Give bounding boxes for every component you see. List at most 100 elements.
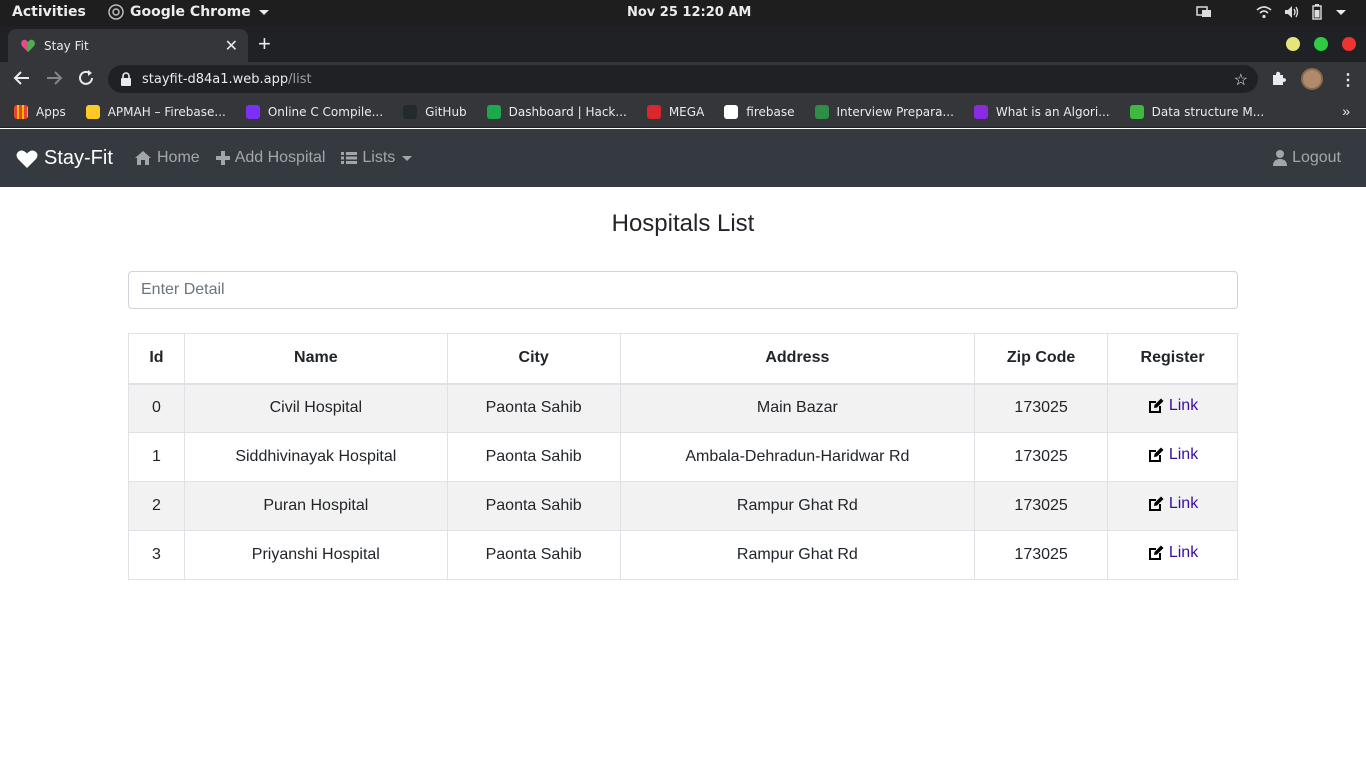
bookmark-favicon-icon (646, 104, 661, 119)
cell-name: Civil Hospital (183, 383, 448, 433)
brand-link[interactable]: Stay-Fit (16, 147, 113, 170)
brand-name: Stay-Fit (44, 147, 113, 169)
bookmark-item[interactable]: What is an Algori... (973, 104, 1110, 119)
column-header-address: Address (619, 333, 976, 385)
chevron-down-icon (1336, 9, 1346, 15)
heart-favicon-icon (21, 39, 35, 52)
battery-icon (1312, 4, 1322, 20)
register-link[interactable]: Link (1147, 397, 1198, 415)
register-link-label: Link (1168, 396, 1199, 414)
table-row: 0 Civil Hospital Paonta Sahib Main Bazar 173… (128, 383, 1238, 433)
bookmark-item[interactable]: APMAH – Firebase... (85, 104, 226, 119)
activities-button[interactable]: Activities (12, 4, 86, 20)
chrome-icon (108, 4, 124, 20)
register-link[interactable]: Link (1147, 495, 1198, 513)
user-icon (1273, 150, 1288, 166)
os-top-bar: Activities Google Chrome Nov 25 12:20 AM (0, 0, 1366, 26)
nav-add-hospital[interactable]: Add Hospital (215, 149, 325, 167)
chevron-down-icon (258, 9, 269, 15)
register-link[interactable]: Link (1147, 446, 1198, 464)
list-icon (341, 152, 358, 164)
wifi-icon (1256, 6, 1272, 19)
cell-id: 3 (128, 530, 185, 580)
cell-register: Link (1107, 383, 1238, 433)
bookmark-favicon-icon (973, 104, 988, 119)
cell-id: 0 (128, 383, 185, 433)
reload-icon[interactable] (77, 69, 95, 87)
table-header-row: Id Name City Address Zip Code Register (128, 333, 1238, 385)
cell-address: Rampur Ghat Rd (619, 530, 976, 580)
forward-arrow-icon[interactable] (45, 69, 63, 87)
bookmark-label: Data structure M... (1151, 104, 1265, 119)
bookmark-item[interactable]: Apps (14, 104, 66, 119)
edit-icon (1147, 495, 1165, 513)
bookmark-label: Dashboard | Hack... (508, 104, 627, 119)
chrome-menu-icon[interactable]: ⋮ (1340, 70, 1356, 90)
cell-city: Paonta Sahib (446, 481, 621, 531)
bookmark-label: Interview Prepara... (836, 104, 954, 119)
cell-city: Paonta Sahib (446, 383, 621, 433)
table-row: 2 Puran Hospital Paonta Sahib Rampur Ghat R… (128, 481, 1238, 531)
browser-toolbar: stayfit-d84a1.web.app/list ☆ ⋮ (0, 62, 1366, 96)
register-link[interactable]: Link (1147, 544, 1198, 562)
apps-grid-icon (14, 104, 28, 119)
logout-link[interactable]: Logout (1273, 149, 1341, 167)
bookmark-item[interactable]: Dashboard | Hack... (486, 104, 627, 119)
app-menu[interactable]: Google Chrome (108, 4, 269, 20)
nav-lists-dropdown[interactable]: Lists (341, 149, 413, 167)
back-arrow-icon[interactable] (13, 69, 31, 87)
new-tab-icon[interactable]: + (258, 31, 271, 57)
cell-id: 1 (128, 432, 185, 482)
nav-home[interactable]: Home (134, 149, 200, 167)
column-header-name: Name (183, 333, 448, 385)
bookmark-item[interactable]: GitHub (403, 104, 467, 119)
bookmark-favicon-icon (245, 104, 260, 119)
cell-address: Main Bazar (619, 383, 976, 433)
register-link-label: Link (1168, 543, 1199, 561)
bookmark-item[interactable]: firebase (724, 104, 795, 119)
bookmark-label: APMAH – Firebase... (107, 104, 226, 119)
cell-name: Puran Hospital (183, 481, 448, 531)
profile-avatar[interactable] (1301, 68, 1323, 90)
close-tab-icon[interactable]: ✕ (225, 36, 238, 56)
bookmark-item[interactable]: Online C Compile... (245, 104, 383, 119)
screen-share-icon (1196, 6, 1211, 17)
tab-strip: Stay Fit ✕ + (0, 26, 1366, 62)
address-bar[interactable]: stayfit-d84a1.web.app/list ☆ (108, 65, 1258, 93)
maximize-icon[interactable] (1314, 37, 1328, 51)
browser-tab[interactable]: Stay Fit ✕ (8, 29, 248, 62)
cell-name: Priyanshi Hospital (183, 530, 448, 580)
bookmark-star-icon[interactable]: ☆ (1234, 70, 1248, 90)
minimize-icon[interactable] (1286, 37, 1300, 51)
bookmark-item[interactable]: Data structure M... (1129, 104, 1265, 119)
nav-home-label: Home (157, 149, 200, 166)
cell-register: Link (1107, 481, 1238, 531)
clock[interactable]: Nov 25 12:20 AM (627, 5, 751, 20)
cell-zip: 173025 (974, 530, 1109, 580)
search-input[interactable] (128, 271, 1238, 309)
cell-name: Siddhivinayak Hospital (183, 432, 448, 482)
cell-register: Link (1107, 432, 1238, 482)
bookmark-item[interactable]: Interview Prepara... (814, 104, 954, 119)
column-header-id: Id (128, 333, 185, 385)
register-link-label: Link (1168, 494, 1199, 512)
close-window-icon[interactable] (1342, 37, 1356, 51)
chevron-down-icon (402, 155, 413, 161)
plus-icon (215, 151, 230, 165)
bookmark-label: Apps (36, 104, 66, 119)
bookmark-favicon-icon (724, 104, 739, 119)
cell-zip: 173025 (974, 481, 1109, 531)
bookmark-favicon-icon (486, 104, 501, 119)
more-bookmarks-icon[interactable]: » (1342, 103, 1350, 119)
home-icon (135, 151, 151, 165)
url-host: stayfit-d84a1.web.app (142, 72, 289, 87)
system-tray[interactable] (1196, 4, 1346, 20)
hospitals-table: Id Name City Address Zip Code Register 0… (128, 333, 1238, 580)
lock-icon (121, 72, 131, 86)
bookmark-item[interactable]: MEGA (646, 104, 704, 119)
extensions-puzzle-icon[interactable] (1271, 70, 1287, 86)
cell-city: Paonta Sahib (446, 432, 621, 482)
table-row: 1 Siddhivinayak Hospital Paonta Sahib Ambal… (128, 432, 1238, 482)
bookmarks-bar: Apps APMAH – Firebase... Online C Compile.… (0, 96, 1366, 128)
heart-icon (16, 150, 38, 168)
